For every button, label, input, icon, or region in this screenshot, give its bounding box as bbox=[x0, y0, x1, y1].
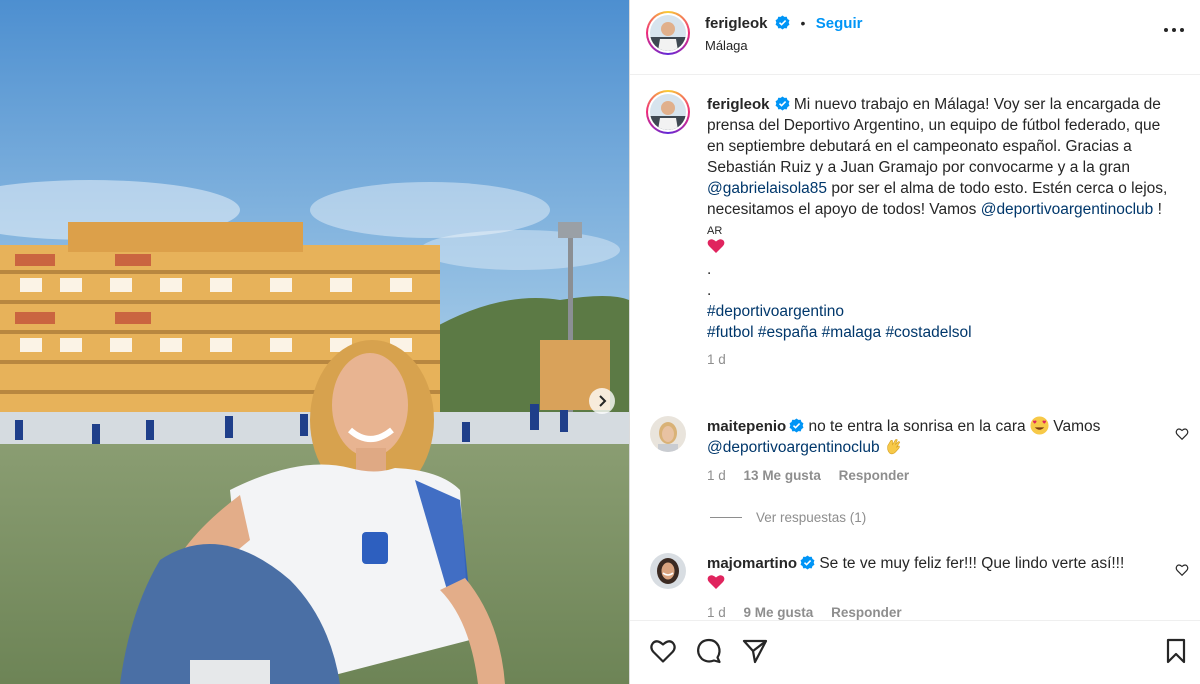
commenter-avatar[interactable] bbox=[650, 553, 686, 589]
red-heart-emoji-icon bbox=[707, 239, 725, 253]
caption-username[interactable]: ferigleok bbox=[707, 96, 770, 113]
comment-heart-icon[interactable] bbox=[1175, 427, 1189, 441]
header-title-row: ferigleok • Seguir bbox=[705, 15, 862, 33]
mention-link[interactable]: @gabrielaisola85 bbox=[707, 180, 827, 197]
carousel-next-button[interactable] bbox=[589, 388, 615, 414]
comment-username[interactable]: majomartino bbox=[707, 555, 797, 572]
caption-timestamp[interactable]: 1 d bbox=[707, 349, 1177, 370]
comment-likes-count[interactable]: 13 Me gusta bbox=[744, 468, 821, 483]
avatar-image bbox=[650, 94, 686, 130]
comment-text-part: Se te ve muy feliz fer!!! Que lindo vert… bbox=[819, 555, 1125, 572]
author-avatar[interactable] bbox=[646, 11, 690, 55]
hashtag-link[interactable]: #deportivoargentino bbox=[707, 303, 844, 320]
reply-button[interactable]: Responder bbox=[831, 605, 902, 620]
comment-actions: 1 d 9 Me gusta Responder bbox=[707, 605, 902, 620]
view-replies-button[interactable]: Ver respuestas (1) bbox=[710, 510, 866, 525]
avatar-image bbox=[650, 553, 686, 589]
hashtag-line-2: #futbol #españa #malaga #costadelsol bbox=[707, 322, 1177, 343]
comment-timestamp[interactable]: 1 d bbox=[707, 605, 726, 620]
post-sidebar: ferigleok • Seguir Málaga ferigleok Mi n… bbox=[629, 0, 1200, 684]
post-actions-bar bbox=[630, 620, 1200, 684]
post-location[interactable]: Málaga bbox=[705, 38, 748, 53]
view-replies-label[interactable]: Ver respuestas (1) bbox=[756, 510, 866, 525]
heart-icon[interactable] bbox=[649, 637, 677, 665]
heart-emoji-line bbox=[707, 574, 1147, 595]
follow-button[interactable]: Seguir bbox=[816, 15, 863, 32]
comments-scroll-area[interactable]: ferigleok Mi nuevo trabajo en Málaga! Vo… bbox=[630, 76, 1200, 620]
post-photo bbox=[0, 0, 629, 684]
caption-dot-line: . bbox=[707, 282, 712, 299]
heart-emoji-line bbox=[707, 238, 1177, 259]
red-heart-emoji-icon bbox=[707, 575, 725, 589]
flag-label: AR bbox=[707, 225, 723, 237]
caption-author-avatar[interactable] bbox=[646, 90, 690, 134]
clapping-hands-emoji-icon bbox=[887, 439, 900, 455]
reply-button[interactable]: Responder bbox=[839, 468, 910, 483]
verified-badge-icon bbox=[775, 96, 789, 111]
mention-link[interactable]: @deportivoargentinoclub bbox=[707, 439, 880, 456]
verified-badge-icon bbox=[775, 15, 790, 30]
replies-divider bbox=[710, 517, 742, 518]
comment-text-part: no te entra la sonrisa en la cara bbox=[808, 418, 1026, 435]
comment-icon[interactable] bbox=[695, 637, 723, 665]
post-caption: ferigleok Mi nuevo trabajo en Málaga! Vo… bbox=[707, 94, 1177, 370]
instagram-post-view: ferigleok • Seguir Málaga ferigleok Mi n… bbox=[0, 0, 1200, 684]
comment-username[interactable]: maitepenio bbox=[707, 418, 786, 435]
comment-text: majomartino Se te ve muy feliz fer!!! Qu… bbox=[707, 553, 1147, 595]
hashtag-link[interactable]: #costadelsol bbox=[885, 324, 971, 341]
commenter-avatar[interactable] bbox=[650, 416, 686, 452]
hashtag-link[interactable]: #futbol bbox=[707, 324, 754, 341]
author-username[interactable]: ferigleok bbox=[705, 15, 768, 32]
comment-actions: 1 d 13 Me gusta Responder bbox=[707, 468, 909, 483]
verified-badge-icon bbox=[789, 418, 804, 433]
hashtag-line-1: #deportivoargentino bbox=[707, 301, 1177, 322]
avatar-image bbox=[650, 416, 686, 452]
comment-text: maitepenio no te entra la sonrisa en la … bbox=[707, 416, 1147, 458]
caption-text-part: ! bbox=[1153, 201, 1162, 218]
hashtag-link[interactable]: #españa bbox=[758, 324, 817, 341]
comment-likes-count[interactable]: 9 Me gusta bbox=[744, 605, 814, 620]
verified-badge-icon bbox=[800, 555, 815, 570]
more-options-icon[interactable] bbox=[1164, 28, 1184, 34]
bookmark-icon[interactable] bbox=[1162, 637, 1190, 665]
comment-heart-icon[interactable] bbox=[1175, 563, 1189, 577]
comment-text-part: Vamos bbox=[1048, 418, 1101, 435]
comment-timestamp[interactable]: 1 d bbox=[707, 468, 726, 483]
post-header: ferigleok • Seguir Málaga bbox=[630, 0, 1200, 75]
avatar-image bbox=[650, 15, 686, 51]
mention-link[interactable]: @deportivoargentinoclub bbox=[981, 201, 1154, 218]
photo-illustration bbox=[0, 0, 629, 684]
caption-text: ferigleok Mi nuevo trabajo en Málaga! Vo… bbox=[707, 94, 1177, 220]
caption-dot-line: . bbox=[707, 261, 712, 278]
separator-dot: • bbox=[800, 15, 806, 31]
chevron-right-icon bbox=[599, 395, 607, 407]
heart-eyes-emoji-icon bbox=[1030, 416, 1049, 435]
send-icon[interactable] bbox=[741, 637, 769, 665]
hashtag-link[interactable]: #malaga bbox=[822, 324, 881, 341]
